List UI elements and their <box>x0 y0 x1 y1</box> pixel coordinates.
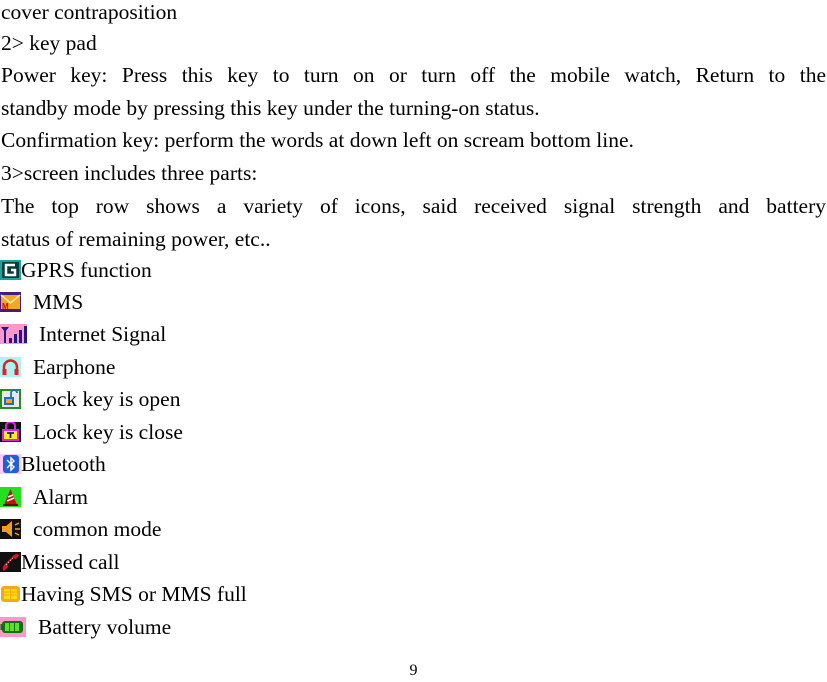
svg-text:M: M <box>2 302 9 311</box>
legend-item-earphone: Earphone <box>0 355 115 379</box>
legend-label: Bluetooth <box>21 452 106 476</box>
bluetooth-icon <box>0 454 21 474</box>
legend-label: Missed call <box>21 550 120 574</box>
legend-item-signal: Internet Signal <box>0 322 166 346</box>
text-line: status of remaining power, etc.. <box>1 227 271 251</box>
lock-open-icon <box>0 389 21 409</box>
lock-close-icon <box>0 422 21 442</box>
section-heading-keypad: 2> key pad <box>1 31 97 55</box>
legend-label: Lock key is open <box>33 387 181 411</box>
legend-label: Lock key is close <box>33 420 183 444</box>
text-line: The top row shows a variety of icons, sa… <box>1 194 826 218</box>
text-line: standby mode by pressing this key under … <box>1 96 540 120</box>
legend-item-gprs: GPRS function <box>0 258 152 282</box>
gprs-icon <box>0 260 21 280</box>
legend-item-lock-close: Lock key is close <box>0 420 183 444</box>
legend-label: Having SMS or MMS full <box>21 582 247 606</box>
legend-label: GPRS function <box>21 258 152 282</box>
legend-item-lock-open: Lock key is open <box>0 387 180 411</box>
alarm-icon <box>0 487 21 507</box>
legend-item-common-mode: common mode <box>0 517 161 541</box>
legend-label: Internet Signal <box>39 322 167 346</box>
earphone-icon <box>0 357 21 377</box>
legend-item-battery: Battery volume <box>0 615 171 639</box>
battery-icon <box>0 617 26 637</box>
text-line: Confirmation key: perform the words at d… <box>1 128 634 152</box>
legend-item-sms-full: Having SMS or MMS full <box>0 582 247 606</box>
text-line: cover contraposition <box>1 0 178 24</box>
legend-item-alarm: Alarm <box>0 485 88 509</box>
legend-label: common mode <box>33 517 162 541</box>
legend-label: Earphone <box>33 355 116 379</box>
legend-item-mms: M MMS <box>0 290 83 314</box>
sms-full-icon <box>0 584 21 604</box>
page-number: 9 <box>409 662 418 679</box>
text-line: Power key: Press this key to turn on or … <box>1 63 826 87</box>
signal-icon <box>0 324 27 344</box>
missed-call-icon <box>0 552 21 572</box>
legend-label: Alarm <box>33 485 88 509</box>
legend-item-bluetooth: Bluetooth <box>0 452 106 476</box>
legend-item-missed-call: Missed call <box>0 550 120 574</box>
legend-label: Battery volume <box>38 615 172 639</box>
section-heading-screen: 3>screen includes three parts: <box>1 161 258 185</box>
speaker-icon <box>0 519 21 539</box>
legend-label: MMS <box>33 290 84 314</box>
mms-icon: M <box>0 292 21 312</box>
